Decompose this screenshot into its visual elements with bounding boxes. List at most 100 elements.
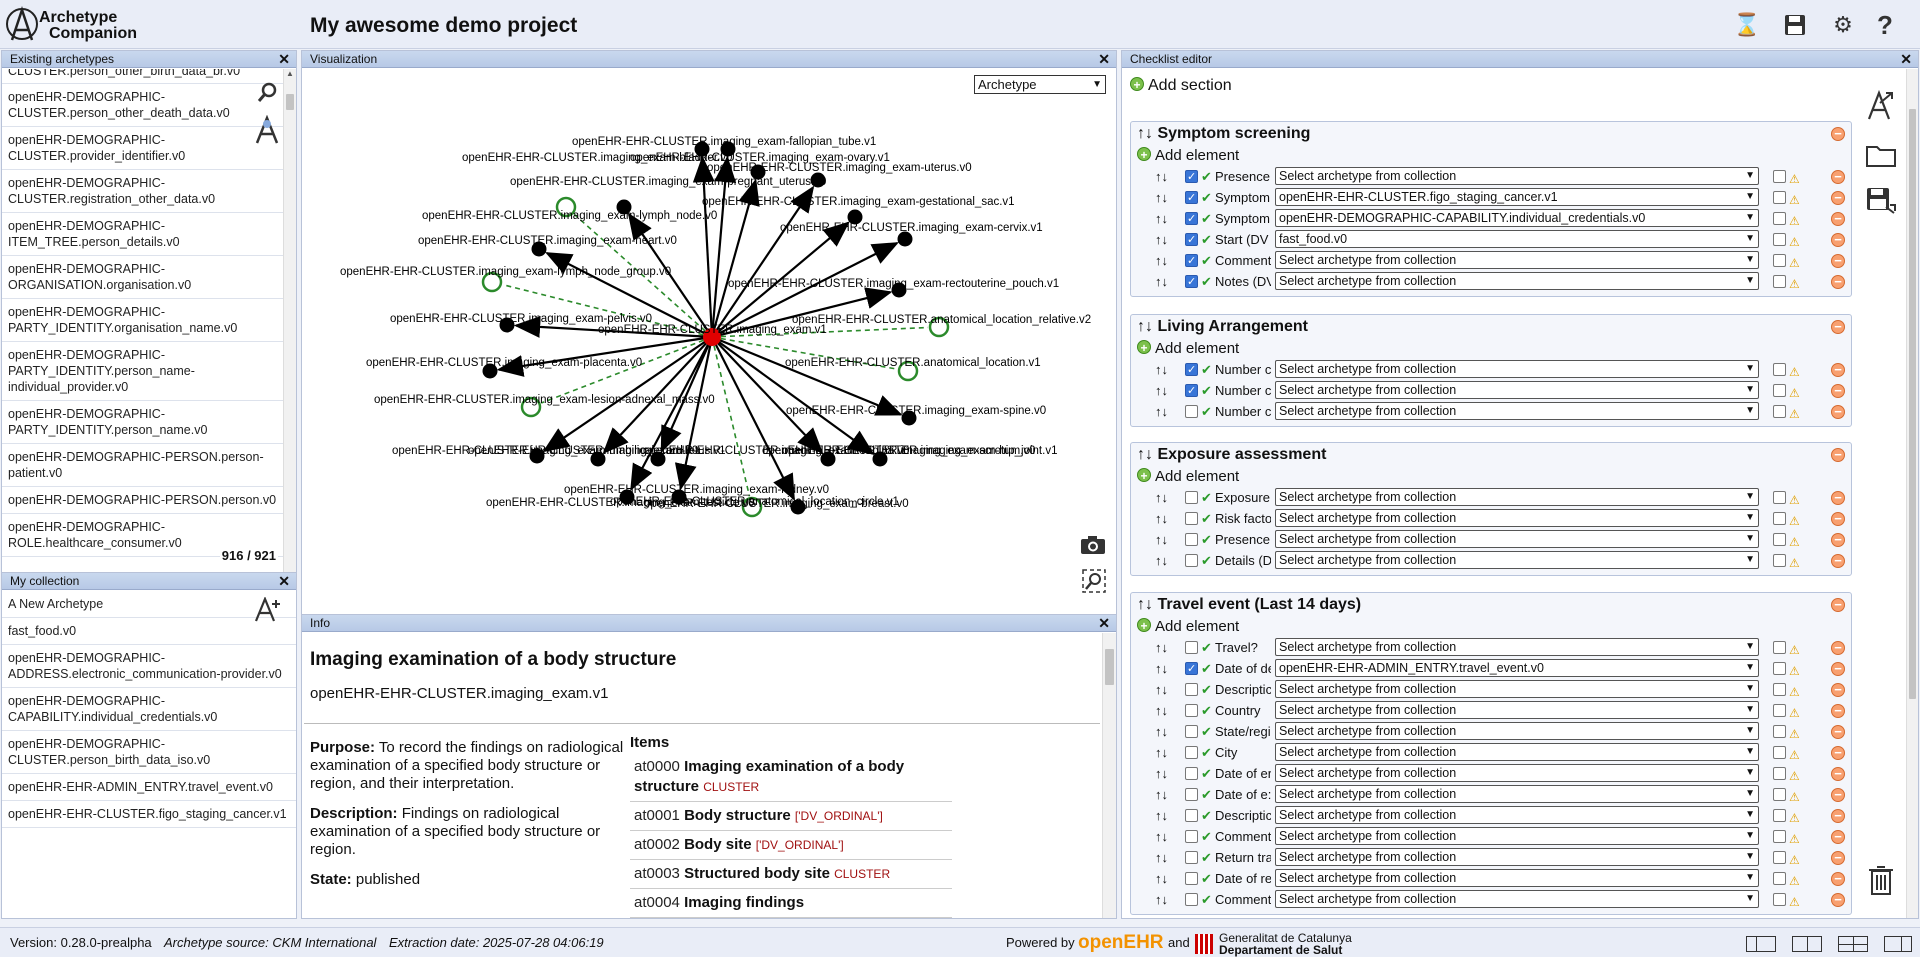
trash-icon[interactable] [1868,865,1894,902]
archetype-select[interactable]: Select archetype from collection ▼ [1275,360,1759,378]
element-enabled-checkbox[interactable] [1185,872,1198,885]
checklist-editor-body[interactable]: + Add section ↑↓ Symptom screening − + Add e… [1122,69,1918,918]
remove-element-icon[interactable]: − [1831,533,1845,547]
element-option-checkbox[interactable] [1773,704,1786,717]
section-title[interactable]: Travel event (Last 14 days) [1157,596,1361,613]
archetype-graph[interactable]: openEHR-EHR-CLUSTER.imaging_exam-fallopi… [302,69,1116,615]
archetype-select[interactable]: fast_food.v0 ▼ [1275,230,1759,248]
help-icon[interactable]: ? [1872,10,1898,40]
archetype-select[interactable]: Select archetype from collection ▼ [1275,488,1759,506]
element-option-checkbox[interactable] [1773,191,1786,204]
remove-element-icon[interactable]: − [1831,254,1845,268]
item-row[interactable]: at0000 Imaging examination of a body str… [630,753,952,802]
collection-list-item[interactable]: openEHR-DEMOGRAPHIC-CAPABILITY.individua… [2,688,296,731]
archetype-select[interactable]: Select archetype from collection ▼ [1275,680,1759,698]
element-option-checkbox[interactable] [1773,533,1786,546]
reorder-arrows-icon[interactable]: ↑↓ [1155,700,1168,721]
remove-element-icon[interactable]: − [1831,809,1845,823]
element-enabled-checkbox[interactable] [1185,272,1198,293]
layout-1-icon[interactable] [1746,936,1776,952]
remove-element-icon[interactable]: − [1831,384,1845,398]
openehr-logo[interactable]: openEHR [1078,928,1164,957]
element-option-checkbox[interactable] [1773,405,1786,418]
remove-element-icon[interactable]: − [1831,767,1845,781]
reorder-arrows-icon[interactable]: ↑↓ [1155,229,1168,250]
reorder-arrows-icon[interactable]: ↑↓ [1155,166,1168,187]
reorder-arrows-icon[interactable]: ↑↓ [1155,380,1168,401]
reorder-arrows-icon[interactable]: ↑↓ [1155,401,1168,422]
element-option-checkbox[interactable] [1773,788,1786,801]
remove-element-icon[interactable]: − [1831,491,1845,505]
reorder-arrows-icon[interactable]: ↑↓ [1155,550,1168,571]
element-enabled-checkbox[interactable] [1185,704,1198,717]
project-title[interactable]: My awesome demo project [310,14,577,38]
element-enabled-checkbox[interactable] [1185,188,1198,209]
gear-icon[interactable]: ⚙ [1830,12,1856,38]
reorder-arrows-icon[interactable]: ↑↓ [1137,318,1153,335]
new-archetype-icon[interactable] [254,596,282,629]
archetype-select[interactable]: openEHR-EHR-ADMIN_ENTRY.travel_event.v0 ▼ [1275,659,1759,677]
element-option-checkbox[interactable] [1773,830,1786,843]
element-option-checkbox[interactable] [1773,554,1786,567]
archetype-select[interactable]: Select archetype from collection ▼ [1275,764,1759,782]
element-option-checkbox[interactable] [1773,767,1786,780]
reorder-arrows-icon[interactable]: ↑↓ [1155,529,1168,550]
remove-element-icon[interactable]: − [1831,683,1845,697]
archetype-select[interactable]: openEHR-DEMOGRAPHIC-CAPABILITY.individua… [1275,209,1759,227]
remove-element-icon[interactable]: − [1831,788,1845,802]
element-option-checkbox[interactable] [1773,254,1786,267]
close-icon[interactable]: ✕ [278,51,290,67]
element-enabled-checkbox[interactable] [1185,360,1198,381]
element-option-checkbox[interactable] [1773,662,1786,675]
element-enabled-checkbox[interactable] [1185,381,1198,402]
close-icon[interactable]: ✕ [1900,51,1912,67]
reorder-arrows-icon[interactable]: ↑↓ [1155,805,1168,826]
element-enabled-checkbox[interactable] [1185,746,1198,759]
archetype-select[interactable]: Select archetype from collection ▼ [1275,530,1759,548]
element-enabled-checkbox[interactable] [1185,767,1198,780]
remove-element-icon[interactable]: − [1831,641,1845,655]
close-icon[interactable]: ✕ [1098,51,1110,67]
gencat-text[interactable]: Generalitat de Catalunya Departament de S… [1219,932,1352,956]
element-enabled-checkbox[interactable] [1185,533,1198,546]
my-collection-list[interactable]: A New Archetype fast_food.v0 openEHR-DEMOG… [2,591,296,918]
element-enabled-checkbox[interactable] [1185,641,1198,654]
folder-icon[interactable] [1866,143,1896,174]
element-enabled-checkbox[interactable] [1185,251,1198,272]
archetype-select[interactable]: Select archetype from collection ▼ [1275,638,1759,656]
element-enabled-checkbox[interactable] [1185,725,1198,738]
item-row[interactable]: at0004 Imaging findings [630,889,952,918]
archetype-list-item[interactable]: openEHR-DEMOGRAPHIC-CLUSTER.provider_ide… [2,127,283,170]
visualization-canvas[interactable]: openEHR-EHR-CLUSTER.imaging_exam-fallopi… [302,69,1116,615]
archetype-filter-icon[interactable] [254,114,280,151]
close-icon[interactable]: ✕ [1098,615,1110,631]
archetype-select[interactable]: Select archetype from collection ▼ [1275,743,1759,761]
layout-2-icon[interactable] [1792,936,1822,952]
archetype-select[interactable]: Select archetype from collection ▼ [1275,272,1759,290]
reorder-arrows-icon[interactable]: ↑↓ [1155,742,1168,763]
reorder-arrows-icon[interactable]: ↑↓ [1155,784,1168,805]
remove-element-icon[interactable]: − [1831,405,1845,419]
export-icon[interactable] [1866,89,1894,128]
add-element-button[interactable]: + Add element [1131,146,1851,166]
remove-element-icon[interactable]: − [1831,191,1845,205]
archetype-list-item[interactable]: openEHR-DEMOGRAPHIC-CLUSTER.person_other… [2,84,283,127]
archetype-select[interactable]: Select archetype from collection ▼ [1275,827,1759,845]
info-body[interactable]: Imaging examination of a body structure … [302,633,1116,918]
reorder-arrows-icon[interactable]: ↑↓ [1155,208,1168,229]
element-enabled-checkbox[interactable] [1185,683,1198,696]
archetype-select[interactable]: Select archetype from collection ▼ [1275,509,1759,527]
archetype-select[interactable]: Select archetype from collection ▼ [1275,869,1759,887]
reorder-arrows-icon[interactable]: ↑↓ [1155,826,1168,847]
element-enabled-checkbox[interactable] [1185,788,1198,801]
remove-section-icon[interactable]: − [1831,448,1845,462]
remove-element-icon[interactable]: − [1831,704,1845,718]
element-option-checkbox[interactable] [1773,725,1786,738]
reorder-arrows-icon[interactable]: ↑↓ [1155,271,1168,292]
item-row[interactable]: at0003 Structured body site CLUSTER [630,860,952,889]
element-option-checkbox[interactable] [1773,170,1786,183]
remove-element-icon[interactable]: − [1831,170,1845,184]
element-option-checkbox[interactable] [1773,212,1786,225]
reorder-arrows-icon[interactable]: ↑↓ [1155,637,1168,658]
archetype-list-item[interactable]: openEHR-DEMOGRAPHIC-PERSON.person.v0 [2,487,283,514]
